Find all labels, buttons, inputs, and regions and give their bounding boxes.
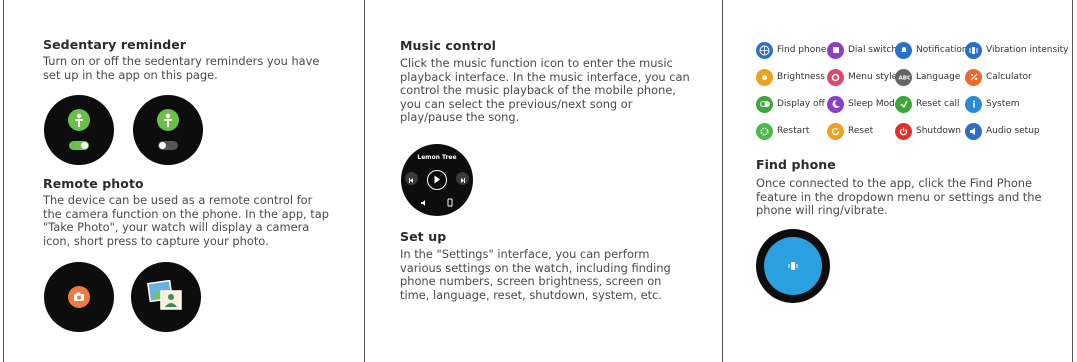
function-label: Brightness — [777, 72, 825, 82]
reset-call-icon — [895, 95, 912, 113]
function-item[interactable]: Shutdown — [895, 121, 961, 141]
vibrating-phone-icon — [788, 262, 798, 270]
function-label: Restart — [777, 126, 810, 136]
function-label: Vibration intensity — [986, 45, 1069, 55]
phone-device-icon[interactable] — [446, 198, 454, 207]
previous-button[interactable] — [405, 172, 418, 185]
camera-icon[interactable] — [68, 286, 90, 308]
dial-icon — [827, 41, 844, 59]
function-label: System — [986, 99, 1020, 109]
function-item[interactable]: Audio setup — [965, 121, 1040, 141]
volume-icon[interactable] — [420, 199, 428, 207]
function-label: Shutdown — [916, 126, 961, 136]
function-label: Dial switch — [848, 45, 898, 55]
music-text: Click the music function icon to enter t… — [400, 56, 690, 124]
sedentary-text: Turn on or off the sedentary reminders y… — [43, 54, 320, 82]
find-phone-watch — [756, 229, 830, 303]
setup-text: In the "Settings" interface, you can per… — [400, 247, 671, 302]
photo-gallery-icon — [147, 280, 182, 310]
sedentary-toggle-on[interactable] — [69, 141, 89, 150]
play-pause-button[interactable] — [427, 170, 447, 190]
function-label: Find phone — [777, 45, 827, 55]
function-label: Reset — [848, 126, 874, 136]
function-item[interactable]: System — [965, 94, 1020, 114]
function-label: Display off — [777, 99, 825, 109]
find-phone-text: Once connected to the app, click the Fin… — [756, 176, 1042, 217]
photo-watch — [131, 262, 201, 332]
remote-photo-title: Remote photo — [43, 176, 144, 191]
flower-icon — [827, 68, 844, 86]
function-item[interactable]: Menu style — [827, 67, 897, 87]
info-icon — [965, 95, 982, 113]
remote-photo-text: The device can be used as a remote contr… — [43, 193, 329, 248]
power-icon — [895, 122, 912, 140]
setup-title: Set up — [400, 229, 447, 244]
sedentary-off-watch — [133, 95, 203, 165]
panel-left: Sedentary reminder Turn on or off the se… — [0, 0, 364, 362]
music-watch: Lemon Tree — [401, 144, 473, 216]
sedentary-title: Sedentary reminder — [43, 37, 187, 52]
function-label: Language — [916, 72, 961, 82]
sedentary-icon — [157, 109, 179, 131]
next-button[interactable] — [456, 172, 469, 185]
function-item[interactable]: Display off — [756, 94, 825, 114]
speaker-icon — [965, 122, 982, 140]
function-item[interactable]: Sleep Mode — [827, 94, 900, 114]
sedentary-icon — [68, 109, 90, 131]
globe-icon — [756, 41, 773, 59]
find-phone-button[interactable] — [764, 237, 822, 295]
function-item[interactable]: Notification — [895, 40, 968, 60]
function-label: Notification — [916, 45, 968, 55]
toggle-knob — [81, 142, 88, 149]
function-icon-grid: Find phone Dial switch Notification Vibrati… — [723, 0, 1072, 150]
svg-text:ABC: ABC — [898, 76, 910, 82]
gear-icon — [756, 122, 773, 140]
function-item[interactable]: Vibration intensity — [965, 40, 1069, 60]
function-item[interactable]: ABC Language — [895, 67, 960, 87]
toggle-knob — [159, 142, 166, 149]
sedentary-toggle-off[interactable] — [158, 141, 178, 150]
toggle-icon — [756, 95, 773, 113]
function-item[interactable]: Reset call — [895, 94, 959, 114]
function-item[interactable]: Find phone — [756, 40, 826, 60]
abc-icon: ABC — [895, 68, 912, 86]
function-label: Reset call — [916, 99, 960, 109]
bell-icon — [895, 41, 912, 59]
function-item[interactable]: Brightness — [756, 67, 825, 87]
sedentary-on-watch — [44, 95, 114, 165]
song-title: Lemon Tree — [417, 154, 457, 161]
function-label: Calculator — [986, 72, 1032, 82]
function-label: Menu style — [848, 72, 898, 82]
find-phone-title: Find phone — [756, 157, 836, 172]
panel-middle: Music control Click the music function i… — [365, 0, 722, 362]
sun-icon — [756, 68, 773, 86]
page-divider-right — [1072, 0, 1073, 362]
camera-watch — [44, 262, 114, 332]
function-item[interactable]: Reset — [827, 121, 873, 141]
music-title: Music control — [400, 38, 497, 53]
function-item[interactable]: Restart — [756, 121, 809, 141]
function-item[interactable]: Dial switch — [827, 40, 897, 60]
vibration-icon — [965, 41, 982, 59]
percent-icon — [965, 68, 982, 86]
function-label: Audio setup — [986, 126, 1040, 136]
panel-right: Find phone Dial switch Notification Vibrati… — [723, 0, 1072, 362]
function-item[interactable]: Calculator — [965, 67, 1032, 87]
reset-icon — [827, 122, 844, 140]
function-label: Sleep Mode — [848, 99, 901, 109]
moon-icon — [827, 95, 844, 113]
